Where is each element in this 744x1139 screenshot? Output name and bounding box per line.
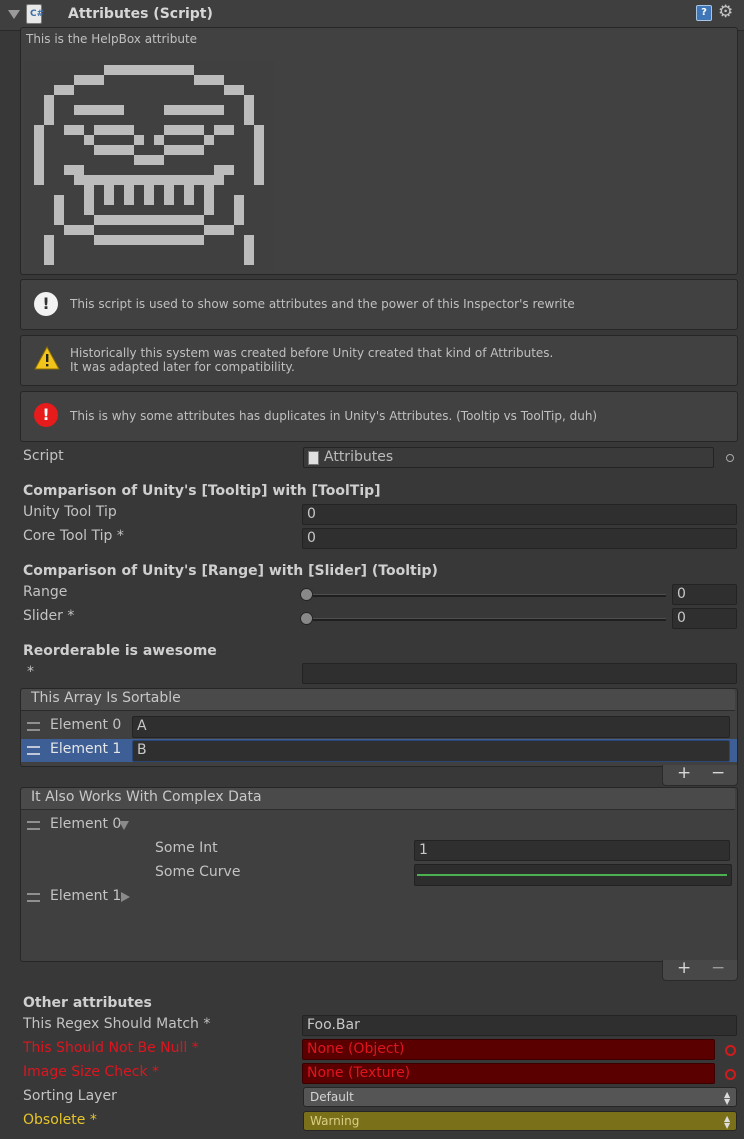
remove-element-button[interactable]: − — [711, 763, 725, 783]
help-icon[interactable]: ? — [696, 5, 712, 21]
obsolete-label: Obsolete * — [23, 1112, 97, 1128]
sorting-layer-label: Sorting Layer — [23, 1088, 117, 1104]
not-null-object-field[interactable]: None (Object) — [302, 1039, 715, 1060]
error-message: This is why some attributes has duplicat… — [70, 409, 598, 423]
range-slider-track[interactable] — [304, 594, 666, 597]
slider-label: Slider * — [23, 608, 75, 624]
other-section-title: Other attributes — [23, 995, 152, 1011]
some-int-label: Some Int — [155, 840, 218, 856]
drag-handle-icon[interactable] — [27, 746, 40, 755]
core-tooltip-label: Core Tool Tip * — [23, 528, 124, 544]
sorting-layer-dropdown[interactable]: Default ▲ ▼ — [303, 1087, 737, 1107]
element-1-field[interactable]: B — [132, 740, 730, 762]
add-element-button[interactable]: + — [677, 958, 691, 978]
element-0-label: Element 0 — [50, 717, 122, 733]
unity-tooltip-field[interactable]: 0 — [302, 504, 737, 525]
warning-message-line2: It was adapted later for compatibility. — [70, 360, 295, 374]
sortable-list-header: This Array Is Sortable — [21, 689, 735, 711]
reorderable-section-title: Reorderable is awesome — [23, 643, 217, 659]
component-title: Attributes (Script) — [68, 6, 213, 22]
complex-element-1-label[interactable]: Element 1 — [50, 888, 121, 904]
complex-element-0-label[interactable]: Element 0 — [50, 816, 121, 832]
script-label: Script — [23, 448, 64, 464]
info-message: This script is used to show some attribu… — [70, 297, 575, 311]
not-null-label: This Should Not Be Null * — [23, 1040, 199, 1056]
reorderable-star-field[interactable] — [302, 663, 737, 684]
helpbox-caption: This is the HelpBox attribute — [26, 32, 198, 46]
warning-message-line1: Historically this system was created bef… — [70, 346, 554, 360]
slider-thumb[interactable] — [300, 612, 313, 625]
script-file-icon: C# — [26, 4, 44, 24]
object-picker-icon[interactable] — [725, 1045, 736, 1056]
add-element-button[interactable]: + — [677, 763, 691, 783]
some-curve-field[interactable] — [414, 864, 732, 886]
obsolete-dropdown[interactable]: Warning ▲ ▼ — [303, 1111, 737, 1131]
foldout-arrow-icon[interactable] — [8, 10, 20, 19]
core-tooltip-field[interactable]: 0 — [302, 528, 737, 549]
range-label: Range — [23, 584, 68, 600]
element-1-label: Element 1 — [50, 741, 122, 757]
object-picker-icon[interactable] — [725, 1069, 736, 1080]
slider-value-field[interactable]: 0 — [672, 608, 737, 629]
drag-handle-icon[interactable] — [27, 893, 40, 902]
error-icon: ! — [34, 403, 58, 427]
drag-handle-icon[interactable] — [27, 722, 40, 731]
script-object-field[interactable]: Attributes — [303, 447, 714, 468]
some-int-field[interactable]: 1 — [414, 840, 730, 861]
curve-line — [417, 874, 727, 876]
dropdown-arrows-icon: ▲ ▼ — [724, 1114, 731, 1130]
complex-list-title: It Also Works With Complex Data — [31, 789, 262, 805]
unity-tooltip-label: Unity Tool Tip — [23, 504, 117, 520]
sorting-layer-value: Default — [310, 1090, 354, 1104]
tooltip-section-title: Comparison of Unity's [Tooltip] with [To… — [23, 483, 381, 499]
expanded-arrow-icon[interactable] — [119, 821, 129, 830]
reorderable-star-label: * — [27, 664, 34, 680]
range-section-title: Comparison of Unity's [Range] with [Slid… — [23, 563, 438, 579]
image-size-texture-field[interactable]: None (Texture) — [302, 1063, 715, 1084]
image-size-label: Image Size Check * — [23, 1064, 160, 1080]
sortable-list-footer: + − — [662, 763, 738, 786]
drag-handle-icon[interactable] — [27, 821, 40, 830]
slider-track[interactable] — [304, 618, 666, 621]
info-icon: ! — [34, 292, 58, 316]
gear-icon[interactable]: ⚙ — [718, 2, 733, 22]
regex-field[interactable]: Foo.Bar — [302, 1015, 737, 1036]
element-0-field[interactable]: A — [132, 716, 730, 738]
remove-element-button[interactable]: − — [711, 958, 725, 978]
warning-icon — [34, 346, 60, 370]
regex-label: This Regex Should Match * — [23, 1016, 211, 1032]
object-picker-icon[interactable] — [726, 454, 734, 462]
complex-list-footer: + − — [662, 958, 738, 981]
sortable-list-title: This Array Is Sortable — [31, 690, 181, 706]
obsolete-value: Warning — [310, 1114, 360, 1128]
some-curve-label: Some Curve — [155, 864, 241, 880]
pixel-art-face-image — [24, 60, 274, 270]
range-value-field[interactable]: 0 — [672, 584, 737, 605]
dropdown-arrows-icon: ▲ ▼ — [724, 1090, 731, 1106]
collapsed-arrow-icon[interactable] — [121, 892, 130, 902]
complex-list-header: It Also Works With Complex Data — [21, 788, 735, 810]
script-value: Attributes — [324, 449, 394, 465]
range-slider-thumb[interactable] — [300, 588, 313, 601]
script-file-icon — [308, 451, 319, 465]
